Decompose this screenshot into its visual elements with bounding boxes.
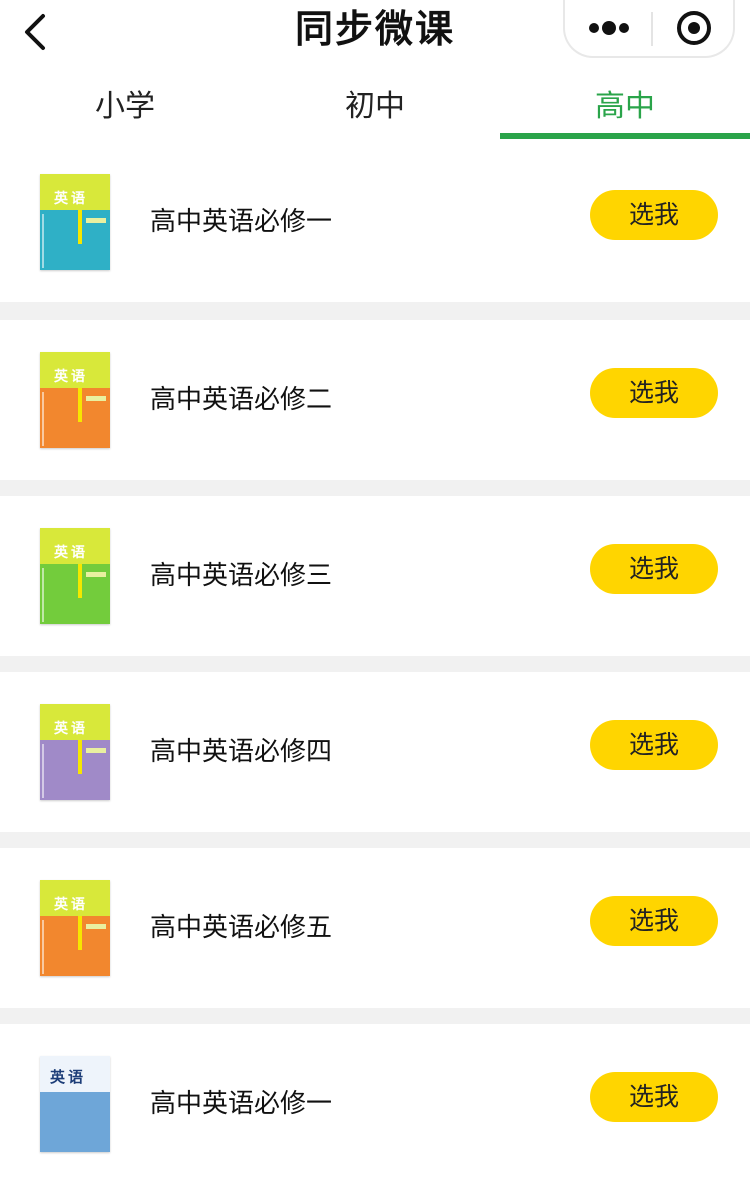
select-button[interactable]: 选我 (590, 1072, 718, 1122)
mini-program-capsule (563, 0, 735, 58)
tab-senior[interactable]: 高中 (500, 72, 750, 142)
more-button[interactable] (565, 0, 653, 56)
list-item[interactable]: 英语 高中英语必修三 选我 (0, 496, 750, 656)
list-item[interactable]: 英语 高中英语必修五 选我 (0, 848, 750, 1008)
book-title: 高中英语必修一 (150, 207, 333, 237)
book-cover: 英语 (40, 174, 110, 270)
close-button[interactable] (653, 0, 735, 56)
grade-tabs: 小学 初中 高中 (0, 72, 750, 142)
select-button[interactable]: 选我 (590, 190, 718, 240)
list-item[interactable]: 英语 高中英语必修四 选我 (0, 672, 750, 832)
tab-primary[interactable]: 小学 (0, 72, 250, 142)
tab-junior[interactable]: 初中 (250, 72, 500, 142)
book-title: 高中英语必修四 (150, 737, 333, 767)
list-item[interactable]: 英语 高中英语必修一 选我 (0, 142, 750, 302)
active-tab-indicator (500, 133, 750, 139)
header-bar: 同步微课 小学 初中 高中 (0, 0, 750, 142)
target-circle-icon (677, 11, 711, 45)
list-item[interactable]: 英语 高中英语必修一 选我 (0, 1024, 750, 1184)
book-title: 高中英语必修二 (150, 385, 333, 415)
book-title: 高中英语必修五 (150, 913, 333, 943)
book-cover: 英语 (40, 528, 110, 624)
list-item[interactable]: 英语 高中英语必修二 选我 (0, 320, 750, 480)
select-button[interactable]: 选我 (590, 896, 718, 946)
select-button[interactable]: 选我 (590, 720, 718, 770)
more-dots-icon (589, 21, 629, 35)
select-button[interactable]: 选我 (590, 368, 718, 418)
book-title: 高中英语必修一 (150, 1089, 333, 1119)
book-cover: 英语 (40, 1056, 110, 1152)
book-title: 高中英语必修三 (150, 561, 333, 591)
book-cover: 英语 (40, 352, 110, 448)
select-button[interactable]: 选我 (590, 544, 718, 594)
book-cover: 英语 (40, 880, 110, 976)
book-cover: 英语 (40, 704, 110, 800)
